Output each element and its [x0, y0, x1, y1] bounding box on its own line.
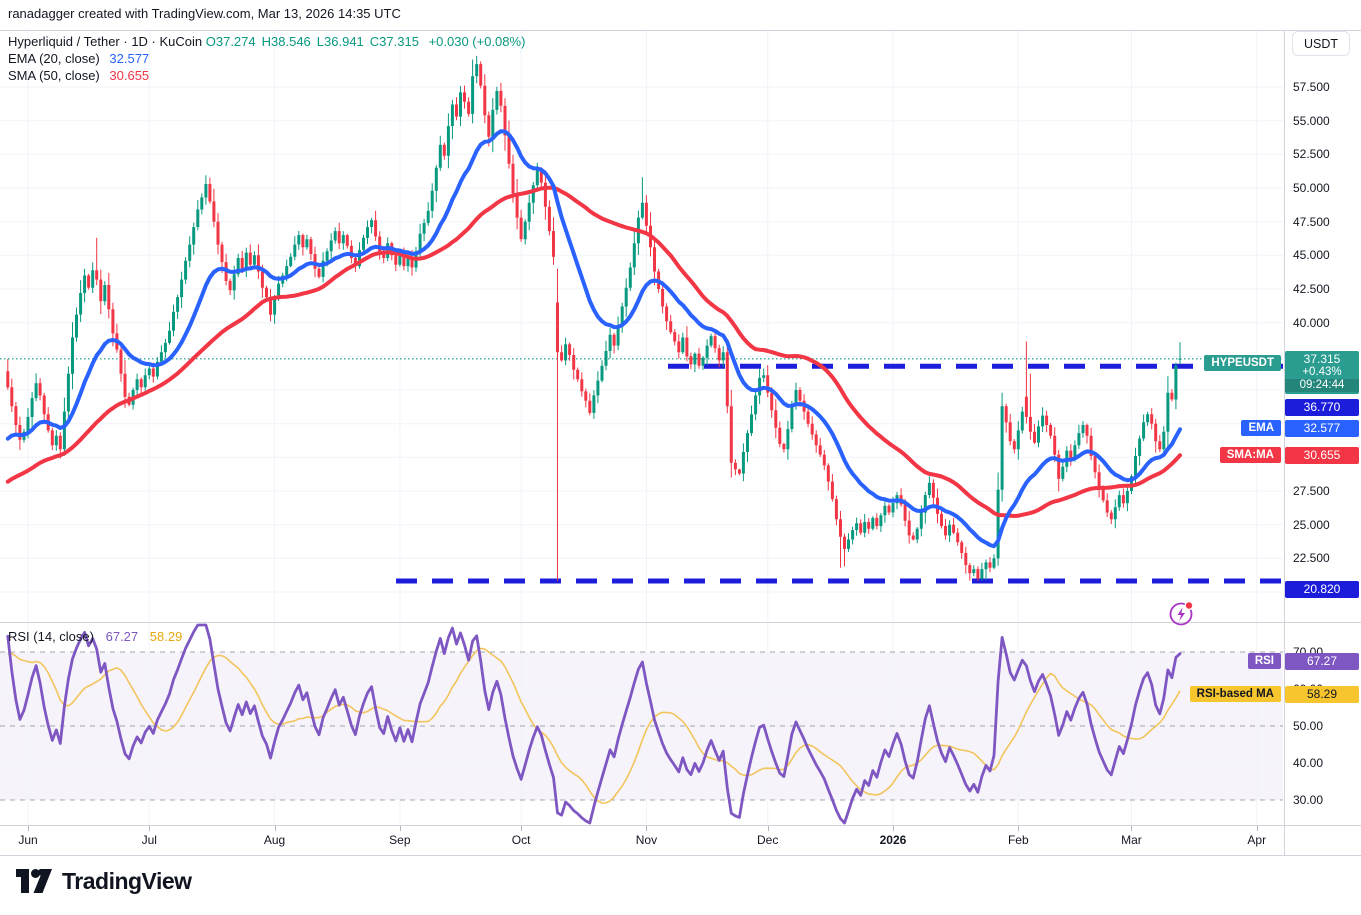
series-pill-sma: SMA:MA: [1220, 447, 1281, 463]
time-tick: [275, 826, 276, 831]
price-tick-label: 47.500: [1293, 215, 1330, 229]
sma-label: SMA (50, close): [8, 68, 100, 83]
month-label: Sep: [378, 833, 422, 847]
ohlc-h: H38.546: [262, 34, 311, 49]
rsi-tick-label: 40.00: [1293, 756, 1323, 770]
price-tick-label: 57.500: [1293, 80, 1330, 94]
price-tick-label: 25.000: [1293, 518, 1330, 532]
axis-badge-rsi_ma: 58.29: [1285, 686, 1359, 703]
time-tick: [1257, 826, 1258, 831]
series-pill-symbol: HYPEUSDT: [1204, 355, 1281, 371]
time-tick: [768, 826, 769, 831]
sma-value: 30.655: [109, 68, 149, 83]
ohlc-c: C37.315: [370, 34, 419, 49]
symbol-legend: Hyperliquid / Tether · 1D · KuCoin O37.2…: [8, 34, 525, 85]
symbol-row[interactable]: Hyperliquid / Tether · 1D · KuCoin O37.2…: [8, 34, 525, 51]
ohlc-values: O37.274 H38.546 L36.941 C37.315: [206, 34, 425, 49]
time-tick: [400, 826, 401, 831]
time-tick: [149, 826, 150, 831]
chart-canvas[interactable]: [0, 0, 1361, 915]
tradingview-chart-page: ranadagger created with TradingView.com,…: [0, 0, 1361, 915]
ema-label: EMA (20, close): [8, 51, 100, 66]
series-pill-ema: EMA: [1241, 420, 1281, 436]
price-tick-label: 27.500: [1293, 484, 1330, 498]
rsi-ma-value: 58.29: [150, 629, 183, 644]
rsi-label: RSI (14, close): [8, 629, 94, 644]
month-label: Dec: [746, 833, 790, 847]
axis-badge-sma: 30.655: [1285, 447, 1359, 464]
month-label: Jun: [6, 833, 50, 847]
rsi-value: 67.27: [106, 629, 139, 644]
instant-trading-icon[interactable]: [1166, 598, 1196, 628]
month-label: Jul: [127, 833, 171, 847]
time-tick: [893, 826, 894, 831]
axis-badge-level_hi: 36.770: [1285, 399, 1359, 416]
rsi-legend-row[interactable]: RSI (14, close) 67.27 58.29: [8, 629, 182, 644]
month-label: 2026: [871, 833, 915, 847]
axis-badge-level_lo: 20.820: [1285, 581, 1359, 598]
price-tick-label: 22.500: [1293, 551, 1330, 565]
brand-text: TradingView: [62, 868, 192, 895]
axis-badge-rsi: 67.27: [1285, 653, 1359, 670]
currency-toggle-button[interactable]: USDT: [1292, 31, 1350, 56]
price-tick-label: 52.500: [1293, 147, 1330, 161]
price-tick-label: 45.000: [1293, 248, 1330, 262]
time-tick: [521, 826, 522, 831]
price-tick-label: 42.500: [1293, 282, 1330, 296]
axis-badge-last: 37.315+0.43%09:24:44: [1285, 351, 1359, 394]
change-value: +0.030 (+0.08%): [429, 34, 526, 49]
symbol-title[interactable]: Hyperliquid / Tether · 1D · KuCoin: [8, 34, 202, 49]
month-label: Mar: [1109, 833, 1153, 847]
time-tick: [28, 826, 29, 831]
month-label: Feb: [996, 833, 1040, 847]
credit-line: ranadagger created with TradingView.com,…: [8, 6, 401, 21]
price-tick-label: 55.000: [1293, 114, 1330, 128]
price-tick-label: 50.000: [1293, 181, 1330, 195]
month-label: Oct: [499, 833, 543, 847]
time-tick: [1018, 826, 1019, 831]
time-tick: [646, 826, 647, 831]
month-label: Apr: [1235, 833, 1279, 847]
series-pill-rsi: RSI: [1248, 653, 1281, 669]
tradingview-mark-icon: [14, 866, 54, 896]
axis-badge-ema: 32.577: [1285, 420, 1359, 437]
time-tick: [1131, 826, 1132, 831]
ohlc-l: L36.941: [317, 34, 364, 49]
price-tick-label: 40.000: [1293, 316, 1330, 330]
month-label: Aug: [253, 833, 297, 847]
month-label: Nov: [624, 833, 668, 847]
rsi-tick-label: 50.00: [1293, 719, 1323, 733]
ema-value: 32.577: [109, 51, 149, 66]
ema-legend-row[interactable]: EMA (20, close) 32.577: [8, 51, 525, 68]
tradingview-logo[interactable]: TradingView: [14, 866, 192, 896]
series-pill-rsi_ma: RSI-based MA: [1190, 686, 1281, 702]
rsi-tick-label: 30.00: [1293, 793, 1323, 807]
ohlc-o: O37.274: [206, 34, 256, 49]
sma-legend-row[interactable]: SMA (50, close) 30.655: [8, 68, 525, 85]
